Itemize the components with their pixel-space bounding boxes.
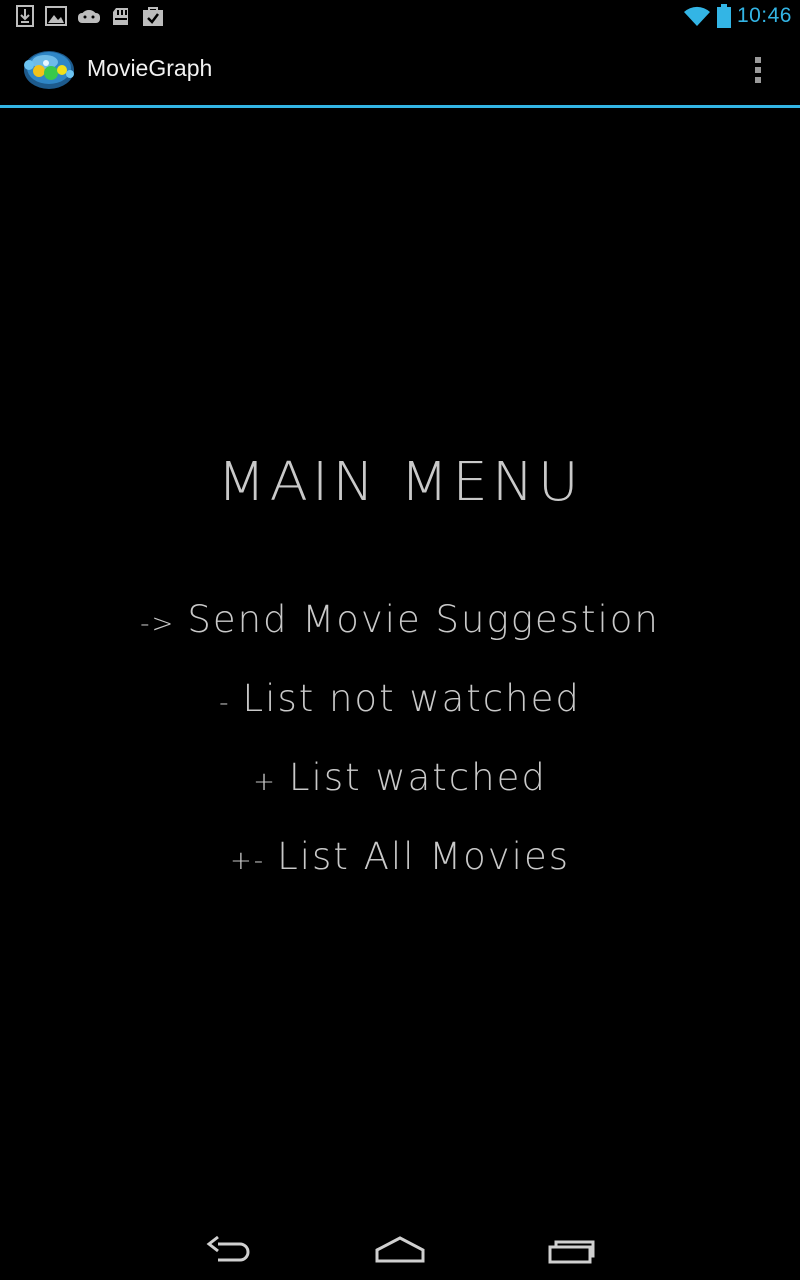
recent-apps-icon <box>548 1240 595 1264</box>
battery-icon <box>716 4 731 28</box>
system-status: 10:46 <box>683 4 792 28</box>
overflow-dot <box>755 77 761 83</box>
menu-item-label: List All Movies <box>277 835 571 878</box>
download-icon <box>16 5 34 27</box>
image-icon <box>45 6 67 26</box>
action-bar: MovieGraph <box>0 33 800 108</box>
android-icon <box>78 10 100 23</box>
list-watched-item[interactable]: + List watched <box>0 756 800 799</box>
home-button[interactable] <box>370 1222 430 1266</box>
list-not-watched-item[interactable]: - List not watched <box>0 677 800 720</box>
home-icon <box>375 1236 425 1263</box>
menu-item-label: List not watched <box>242 677 581 720</box>
main-menu-title: MAIN MENU <box>217 451 583 514</box>
menu-item-prefix: +- <box>229 846 266 876</box>
shopping-bag-check-icon <box>143 7 163 26</box>
menu-item-prefix: + <box>253 767 277 797</box>
notification-icons <box>14 5 164 27</box>
menu-item-prefix: - <box>219 688 231 718</box>
overflow-dot <box>755 67 761 73</box>
menu-item-label: Send Movie Suggestion <box>187 598 660 641</box>
status-bar: 10:46 <box>0 0 800 33</box>
overflow-menu-button[interactable] <box>746 53 770 87</box>
back-icon <box>206 1235 250 1262</box>
navigation-bar <box>0 1208 800 1280</box>
wifi-icon <box>683 6 710 27</box>
menu-item-label: List watched <box>288 756 547 799</box>
sd-card-icon <box>113 8 128 25</box>
send-movie-suggestion-item[interactable]: -> Send Movie Suggestion <box>0 598 800 641</box>
status-clock: 10:46 <box>736 4 792 27</box>
menu-item-prefix: -> <box>140 609 176 639</box>
back-button[interactable] <box>200 1222 260 1266</box>
recent-apps-button[interactable] <box>541 1222 601 1266</box>
overflow-menu-icon <box>755 57 761 63</box>
app-title: MovieGraph <box>87 55 213 81</box>
app-logo-icon[interactable] <box>18 46 78 92</box>
list-all-movies-item[interactable]: +- List All Movies <box>0 835 800 878</box>
